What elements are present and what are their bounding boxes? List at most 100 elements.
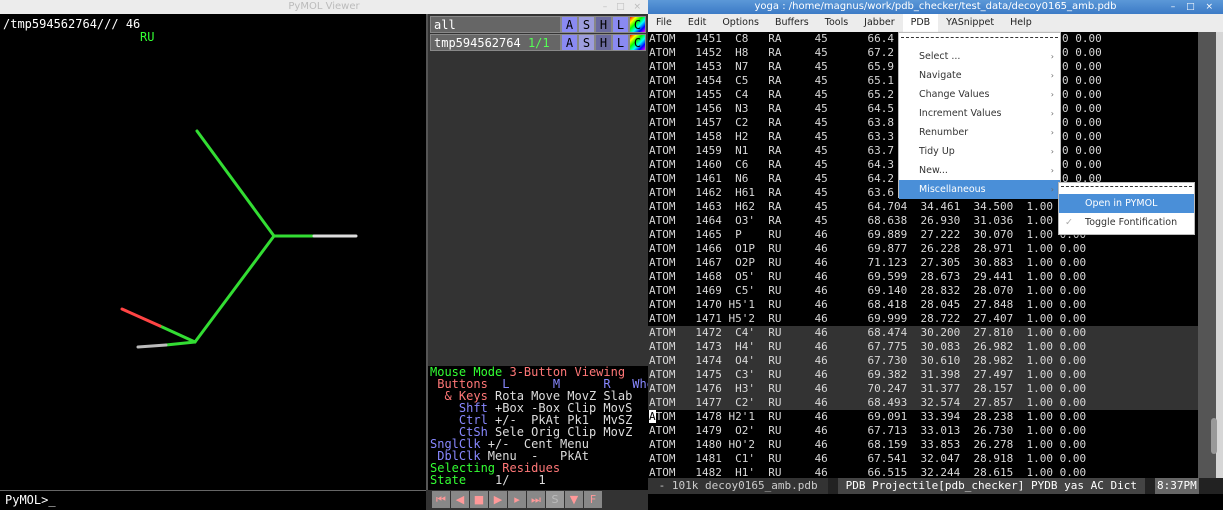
pdb-atom-line[interactable]: ATOM 1475 C3' RU 46 69.382 31.398 27.497… xyxy=(648,368,1198,382)
buffer-info: - 101k decoy0165_amb.pdb xyxy=(648,478,828,494)
color-button[interactable]: C xyxy=(629,16,646,33)
object-name[interactable]: all xyxy=(430,16,561,33)
pymol-window: PyMOL Viewer – □ × /tmp594562764/// 46 R… xyxy=(0,0,668,510)
major-minor-modes[interactable]: PDB Projectile[pdb_checker] PYDB yas AC … xyxy=(837,478,1145,494)
menu-item-label: Tidy Up xyxy=(919,146,955,157)
occupancy-tail: 0 0.00 xyxy=(1062,116,1102,129)
show-button[interactable]: S xyxy=(578,34,595,51)
label-button[interactable]: L xyxy=(612,16,629,33)
scrollbar[interactable] xyxy=(1216,32,1223,478)
show-button[interactable]: S xyxy=(578,16,595,33)
bond-c3-h3-carbon xyxy=(164,340,197,347)
menu-edit[interactable]: Edit xyxy=(680,14,714,32)
pdb-atom-line[interactable]: ATOM 1476 H3' RU 46 70.247 31.377 28.157… xyxy=(648,382,1198,396)
menu-help[interactable]: Help xyxy=(1002,14,1040,32)
pymol-3d-viewport[interactable]: /tmp594562764/// 46 RU xyxy=(0,14,426,490)
pdb-atom-line[interactable]: ATOM 1471 H5'2 RU 46 69.999 28.722 27.40… xyxy=(648,312,1198,326)
rewind-button[interactable]: ⏮ xyxy=(432,491,450,508)
back-button[interactable]: ◀ xyxy=(451,491,469,508)
hide-button[interactable]: H xyxy=(595,34,612,51)
pdb-atom-line[interactable]: ATOM 1470 H5'1 RU 46 68.418 28.045 27.84… xyxy=(648,298,1198,312)
expand-button[interactable]: ▼ xyxy=(565,491,583,508)
pdb-atom-line[interactable]: ATOM 1479 O2' RU 46 67.713 33.013 26.730… xyxy=(648,424,1198,438)
occupancy-tail: 0 0.00 xyxy=(1062,144,1102,157)
submenu-arrow-icon: › xyxy=(1050,128,1054,137)
tearoff-line[interactable] xyxy=(901,37,1058,47)
fullscreen-button[interactable]: F xyxy=(584,491,602,508)
action-button[interactable]: A xyxy=(561,34,578,51)
stop-button[interactable]: ■ xyxy=(470,491,488,508)
bond-c3-o3-oxygen xyxy=(120,307,162,328)
emacs-window: yoga : /home/magnus/work/pdb_checker/tes… xyxy=(648,0,1223,510)
object-name[interactable]: tmp594562764 1/1 xyxy=(430,34,561,51)
menu-item-renumber[interactable]: Renumber › xyxy=(899,123,1060,142)
bond-c4-c3 xyxy=(193,234,276,344)
window-controls[interactable]: – □ × xyxy=(1171,0,1217,14)
miscellaneous-submenu: Open in PYMOL ✓ Toggle Fontification xyxy=(1058,182,1195,235)
object-row-tmp[interactable]: tmp594562764 1/1 A S H L C xyxy=(430,34,646,52)
label-button[interactable]: L xyxy=(612,34,629,51)
pdb-atom-line[interactable]: ATOM 1474 O4' RU 46 67.730 30.610 28.982… xyxy=(648,354,1198,368)
menu-yasnippet[interactable]: YASnippet xyxy=(938,14,1002,32)
menu-item-label: Toggle Fontification xyxy=(1085,217,1178,228)
menu-item-toggle-fontification[interactable]: ✓ Toggle Fontification xyxy=(1059,213,1194,232)
menu-options[interactable]: Options xyxy=(714,14,767,32)
pdb-atom-line[interactable]: ATOM 1468 O5' RU 46 69.599 28.673 29.441… xyxy=(648,270,1198,284)
menu-item-increment-values[interactable]: Increment Values › xyxy=(899,104,1060,123)
menu-pdb[interactable]: PDB xyxy=(902,14,939,32)
menu-item-miscellaneous[interactable]: Miscellaneous › xyxy=(899,180,1060,199)
window-fringe xyxy=(1198,32,1216,478)
pdb-atom-line[interactable]: ATOM 1467 O2P RU 46 71.123 27.305 30.883… xyxy=(648,256,1198,270)
menu-item-label: Miscellaneous xyxy=(919,184,986,195)
menu-item-new[interactable]: New... › xyxy=(899,161,1060,180)
occupancy-tail: 0 0.00 xyxy=(1062,88,1102,101)
pdb-atom-line[interactable]: ATOM 1480 HO'2 RU 46 68.159 33.853 26.27… xyxy=(648,438,1198,452)
hide-button[interactable]: H xyxy=(595,16,612,33)
pdb-atom-line[interactable]: ATOM 1469 C5' RU 46 69.140 28.832 28.070… xyxy=(648,284,1198,298)
pdb-dropdown-menu: Select ... › Navigate › Change Values › Increm… xyxy=(898,32,1061,199)
menubar: File Edit Options Buffers Tools Jabber P… xyxy=(648,14,1223,32)
menu-item-open-in-pymol[interactable]: Open in PYMOL xyxy=(1059,194,1194,213)
action-button[interactable]: A xyxy=(561,16,578,33)
play-button[interactable]: ▶ xyxy=(489,491,507,508)
emacs-titlebar[interactable]: yoga : /home/magnus/work/pdb_checker/tes… xyxy=(648,0,1223,14)
menu-item-change-values[interactable]: Change Values › xyxy=(899,85,1060,104)
mouse-mode-panel[interactable]: Mouse Mode 3-Button Viewing Buttons L M … xyxy=(426,366,668,490)
menu-jabber[interactable]: Jabber xyxy=(856,14,902,32)
pdb-atom-line[interactable]: ATOM 1481 C1' RU 46 67.541 32.047 28.918… xyxy=(648,452,1198,466)
pdb-atom-line[interactable]: ATOM 1466 O1P RU 46 69.877 26.228 28.971… xyxy=(648,242,1198,256)
minibuffer[interactable] xyxy=(648,494,1223,510)
pdb-atom-line[interactable]: ATOM 1478 H2'1 RU 46 69.091 33.394 28.23… xyxy=(648,410,1198,424)
menu-item-label: Open in PYMOL xyxy=(1085,198,1158,209)
menu-item-tidy-up[interactable]: Tidy Up › xyxy=(899,142,1060,161)
pymol-titlebar[interactable]: PyMOL Viewer – □ × xyxy=(0,0,648,14)
scrollbar-thumb[interactable] xyxy=(1211,418,1217,454)
end-button[interactable]: ⏭ xyxy=(527,491,545,508)
pdb-atom-line[interactable]: ATOM 1482 H1' RU 46 66.515 32.244 28.615… xyxy=(648,466,1198,478)
menu-item-label: Renumber xyxy=(919,127,969,138)
menu-item-navigate[interactable]: Navigate › xyxy=(899,66,1060,85)
object-row-all[interactable]: all A S H L C xyxy=(430,16,646,34)
clock: 8:37PM xyxy=(1154,478,1199,494)
pdb-atom-line[interactable]: ATOM 1472 C4' RU 46 68.474 30.200 27.810… xyxy=(648,326,1198,340)
occupancy-tail: 0 0.00 xyxy=(1062,60,1102,73)
menu-buffers[interactable]: Buffers xyxy=(767,14,817,32)
color-button[interactable]: C xyxy=(629,34,646,51)
menu-item-label: Increment Values xyxy=(919,108,1002,119)
occupancy-tail: 0 0.00 xyxy=(1062,102,1102,115)
tearoff-line[interactable] xyxy=(1061,186,1192,194)
forward-button[interactable]: ▸ xyxy=(508,491,526,508)
menu-item-select[interactable]: Select ... › xyxy=(899,47,1060,66)
submenu-arrow-icon: › xyxy=(1050,52,1054,61)
pdb-atom-line[interactable]: ATOM 1477 C2' RU 46 68.493 32.574 27.857… xyxy=(648,396,1198,410)
menu-tools[interactable]: Tools xyxy=(817,14,856,32)
menu-file[interactable]: File xyxy=(648,14,680,32)
state-count: 1/1 xyxy=(527,36,550,50)
occupancy-tail: 0 0.00 xyxy=(1062,74,1102,87)
pdb-atom-line[interactable]: ATOM 1473 H4' RU 46 67.775 30.083 26.982… xyxy=(648,340,1198,354)
mode-line: - 101k decoy0165_amb.pdb PDB Projectile[… xyxy=(648,478,1223,494)
bond-c3-o3-carbon xyxy=(158,324,197,344)
sequence-button[interactable]: S xyxy=(546,491,564,508)
pymol-command-input[interactable]: PyMOL>_ xyxy=(0,490,426,510)
window-controls[interactable]: – □ × xyxy=(603,0,644,14)
